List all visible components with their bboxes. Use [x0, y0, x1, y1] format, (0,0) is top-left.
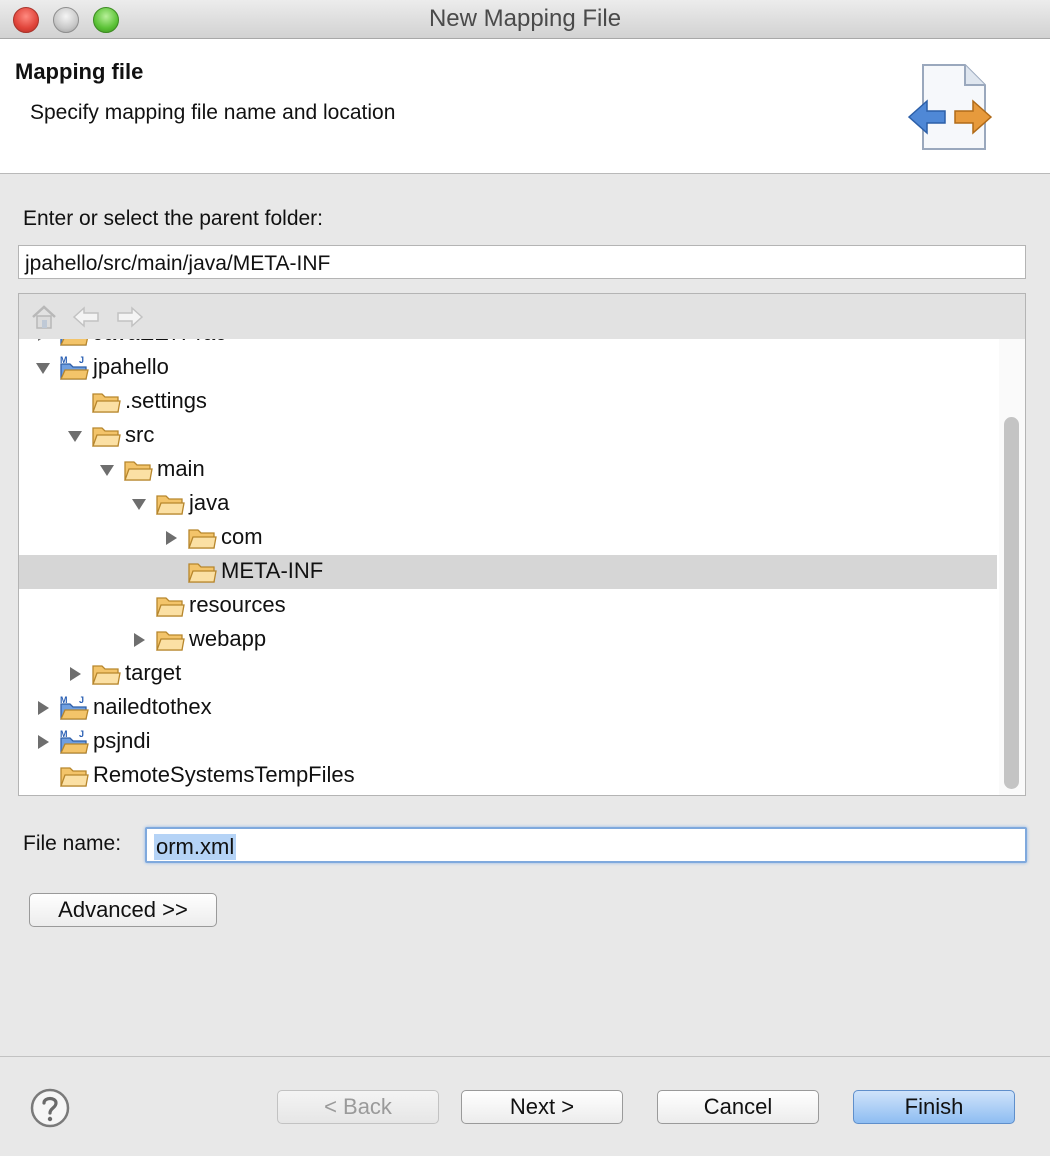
help-icon[interactable]	[30, 1088, 70, 1128]
page-title: Mapping file	[15, 59, 144, 84]
folder-icon	[156, 597, 185, 617]
tree-item-label: nailedtothex	[93, 694, 212, 719]
collapsed-arrow-icon[interactable]	[67, 666, 83, 682]
tree-item-settings[interactable]: .settings	[19, 385, 997, 419]
tree-item-label: com	[221, 524, 263, 549]
tree-item-src[interactable]: src	[19, 419, 997, 453]
tree-item-target[interactable]: target	[19, 657, 997, 691]
finish-button[interactable]: Finish	[853, 1090, 1015, 1124]
tree-item-jpahello[interactable]: M Jjpahello	[19, 351, 997, 385]
tree-item-main[interactable]: main	[19, 453, 997, 487]
tree-item-label: .settings	[125, 388, 207, 413]
home-icon[interactable]	[29, 302, 59, 332]
folder-icon	[188, 529, 217, 549]
next-button[interactable]: Next >	[461, 1090, 623, 1124]
folder-tree[interactable]: MJJavaEE7PracMJjpahello.settingssrcmainj…	[18, 293, 1026, 796]
folder-icon	[60, 767, 89, 787]
vertical-scrollbar[interactable]	[999, 339, 1025, 795]
tree-item-javaee7prac[interactable]: MJ JavaEE7Prac	[19, 339, 997, 351]
tree-toolbar	[19, 294, 1025, 339]
file-name-input[interactable]: orm.xml	[145, 827, 1027, 863]
expanded-arrow-icon[interactable]	[35, 360, 51, 376]
tree-item-nailedtothex[interactable]: M Jnailedtothex	[19, 691, 997, 725]
parent-folder-label: Enter or select the parent folder:	[23, 207, 323, 230]
maven-project-icon: MJ	[59, 355, 89, 380]
tree-item-label: java	[189, 490, 230, 515]
tree-item-psjndi[interactable]: M Jpsjndi	[19, 725, 997, 759]
folder-icon	[124, 461, 153, 481]
scrollbar-thumb[interactable]	[1004, 417, 1019, 789]
button-bar-divider	[0, 1056, 1050, 1057]
tree-item-label: resources	[189, 592, 286, 617]
folder-icon	[156, 495, 185, 515]
tree-item-webapp[interactable]: webapp	[19, 623, 997, 657]
collapsed-arrow-icon[interactable]	[35, 734, 51, 750]
back-button[interactable]: < Back	[277, 1090, 439, 1124]
file-name-value: orm.xml	[154, 834, 237, 860]
tree-item-label: target	[125, 660, 182, 685]
expanded-arrow-icon[interactable]	[67, 428, 83, 444]
file-name-label: File name:	[23, 832, 122, 855]
svg-text:J: J	[79, 355, 84, 365]
folder-icon	[92, 427, 121, 447]
collapsed-arrow-icon[interactable]	[163, 530, 179, 546]
maven-project-icon: MJ	[59, 695, 89, 720]
window-titlebar: New Mapping File	[0, 0, 1050, 39]
wizard-banner: Mapping file Specify mapping file name a…	[0, 39, 1050, 174]
cancel-button[interactable]: Cancel	[657, 1090, 819, 1124]
mapping-file-icon	[907, 64, 993, 150]
maven-project-icon: MJ	[59, 339, 88, 346]
collapsed-arrow-icon[interactable]	[35, 339, 51, 342]
tree-item-resources[interactable]: resources	[19, 589, 997, 623]
maven-project-icon: MJ	[59, 729, 89, 754]
tree-item-remotesystemstempfiles[interactable]: RemoteSystemsTempFiles	[19, 759, 997, 793]
tree-item-com[interactable]: com	[19, 521, 997, 555]
folder-icon	[188, 563, 217, 583]
expanded-arrow-icon[interactable]	[131, 496, 147, 512]
tree-item-label: src	[125, 422, 155, 447]
folder-icon	[156, 631, 185, 651]
tree-item-label: psjndi	[93, 728, 151, 753]
tree-rows: MJJavaEE7PracMJjpahello.settingssrcmainj…	[19, 339, 997, 795]
window-title: New Mapping File	[428, 5, 622, 32]
expanded-arrow-icon[interactable]	[99, 462, 115, 478]
back-arrow-icon[interactable]	[71, 302, 101, 332]
tree-item-meta-inf[interactable]: META-INF	[19, 555, 997, 589]
folder-icon	[92, 393, 121, 413]
tree-item-label: JavaEE7Prac	[93, 339, 226, 346]
folder-icon	[92, 665, 121, 685]
tree-item-label: META-INF	[221, 558, 324, 583]
collapsed-arrow-icon[interactable]	[131, 632, 147, 648]
page-description: Specify mapping file name and location	[30, 101, 396, 124]
tree-item-java[interactable]: java	[19, 487, 997, 521]
advanced-button[interactable]: Advanced >>	[29, 893, 217, 927]
forward-arrow-icon[interactable]	[115, 302, 145, 332]
tree-item-label: main	[157, 456, 205, 481]
svg-text:J: J	[79, 729, 84, 739]
parent-folder-input[interactable]: jpahello/src/main/java/META-INF	[18, 245, 1026, 279]
collapsed-arrow-icon[interactable]	[35, 700, 51, 716]
svg-text:J: J	[79, 695, 84, 705]
tree-item-label: jpahello	[93, 354, 169, 379]
tree-item-label: RemoteSystemsTempFiles	[93, 762, 355, 787]
tree-item-label: webapp	[189, 626, 267, 651]
